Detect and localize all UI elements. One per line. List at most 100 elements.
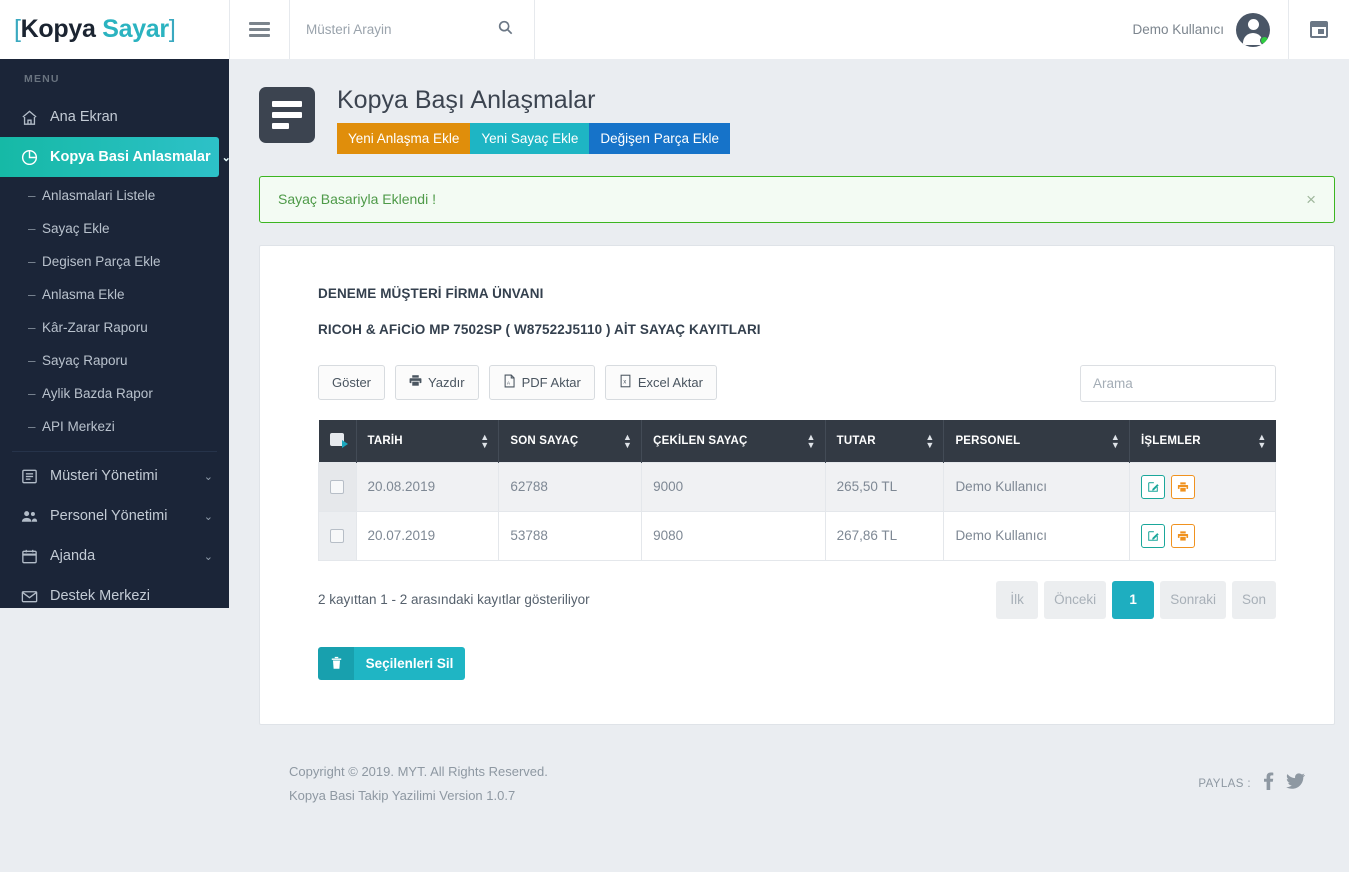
calendar-icon[interactable] <box>1310 21 1328 38</box>
export-buttons: Göster Yazdır A PDF Aktar <box>318 365 717 400</box>
twitter-icon[interactable] <box>1286 773 1305 794</box>
chevron-down-icon: ⌄ <box>204 510 213 523</box>
list-box-icon <box>20 467 39 486</box>
column-label: PERSONEL <box>955 435 1020 447</box>
pagination-first[interactable]: İlk <box>996 581 1038 619</box>
cell-tutar: 265,50 TL <box>825 462 944 511</box>
topbar-spacer <box>535 0 1132 59</box>
sidebar-toggle-button[interactable] <box>229 0 290 59</box>
row-checkbox[interactable] <box>330 529 344 543</box>
column-header-tarih[interactable]: TARİH▲▼ <box>356 420 499 463</box>
sort-arrows-icon[interactable]: ▲▼ <box>1257 433 1266 449</box>
new-changed-part-button[interactable]: Değişen Parça Ekle <box>589 123 730 154</box>
sort-arrows-icon[interactable]: ▲▼ <box>807 433 816 449</box>
sort-arrows-icon[interactable]: ▲▼ <box>925 433 934 449</box>
svg-text:A: A <box>507 380 511 386</box>
sidebar-subitem-sayac-raporu[interactable]: –Sayaç Raporu <box>0 344 229 377</box>
sidebar-subitem-label: Anlasma Ekle <box>42 287 125 302</box>
excel-export-button[interactable]: x Excel Aktar <box>605 365 717 400</box>
sidebar-item-label: Ajanda <box>50 548 193 564</box>
table-head: TARİH▲▼ SON SAYAÇ▲▼ ÇEKİLEN SAYAÇ▲▼ TUTA… <box>319 420 1276 463</box>
sidebar-subitem-anlasmalari-listele[interactable]: –Anlasmalari Listele <box>0 179 229 212</box>
sidebar-item-personel-yonetimi[interactable]: Personel Yönetimi ⌄ <box>0 496 229 536</box>
row-select-cell[interactable] <box>319 511 357 560</box>
facebook-icon[interactable] <box>1263 772 1274 795</box>
edit-icon[interactable] <box>1141 475 1165 499</box>
body-wrapper: MENU Ana Ekran Kopya Basi Anlasmalar ⌄ –… <box>0 59 1349 872</box>
counter-records-panel: DENEME MÜŞTERİ FİRMA ÜNVANI RICOH & AFiC… <box>259 245 1335 725</box>
sidebar-item-kopya-basi-anlasmalar[interactable]: Kopya Basi Anlasmalar ⌄ <box>0 137 219 177</box>
excel-file-icon: x <box>619 374 632 391</box>
column-header-son-sayac[interactable]: SON SAYAÇ▲▼ <box>499 420 642 463</box>
sort-arrows-icon[interactable]: ▲▼ <box>1111 433 1120 449</box>
column-header-tutar[interactable]: TUTAR ▲▼ <box>825 420 944 463</box>
new-counter-button[interactable]: Yeni Sayaç Ekle <box>470 123 589 154</box>
cell-personel: Demo Kullanıcı <box>944 462 1130 511</box>
table-footer: 2 kayıttan 1 - 2 arasındaki kayıtlar gös… <box>318 581 1276 619</box>
row-checkbox[interactable] <box>330 480 344 494</box>
close-icon[interactable]: × <box>1296 191 1316 208</box>
company-title: DENEME MÜŞTERİ FİRMA ÜNVANI <box>318 286 1276 301</box>
sidebar-subitem-sayac-ekle[interactable]: –Sayaç Ekle <box>0 212 229 245</box>
cell-tarih: 20.07.2019 <box>356 511 499 560</box>
brand-name-dark: Kopya <box>21 15 96 43</box>
sidebar-item-ana-ekran[interactable]: Ana Ekran <box>0 97 229 137</box>
sidebar-subitem-kar-zarar-raporu[interactable]: –Kâr-Zarar Raporu <box>0 311 229 344</box>
document-lines-icon <box>259 87 315 143</box>
print-button[interactable]: Yazdır <box>395 365 479 400</box>
sidebar-subitem-anlasma-ekle[interactable]: –Anlasma Ekle <box>0 278 229 311</box>
sidebar-item-label: Ana Ekran <box>50 109 213 125</box>
pagination: İlk Önceki 1 Sonraki Son <box>996 581 1276 619</box>
sidebar-item-ajanda[interactable]: Ajanda ⌄ <box>0 536 229 576</box>
sidebar-subitem-aylik-bazda-rapor[interactable]: –Aylik Bazda Rapor <box>0 377 229 410</box>
column-header-islemler[interactable]: İŞLEMLER▲▼ <box>1129 420 1275 463</box>
pagination-previous[interactable]: Önceki <box>1044 581 1106 619</box>
search-icon[interactable] <box>498 20 513 39</box>
user-menu[interactable]: Demo Kullanıcı <box>1132 0 1288 59</box>
pdf-export-button[interactable]: A PDF Aktar <box>489 365 595 400</box>
row-select-cell[interactable] <box>319 462 357 511</box>
avatar[interactable] <box>1236 13 1270 47</box>
pagination-last[interactable]: Son <box>1232 581 1276 619</box>
new-agreement-button[interactable]: Yeni Anlaşma Ekle <box>337 123 470 154</box>
select-all-icon[interactable] <box>330 433 344 446</box>
print-icon[interactable] <box>1171 475 1195 499</box>
footer-share: PAYLAS : <box>1198 772 1305 795</box>
table-header-row: TARİH▲▼ SON SAYAÇ▲▼ ÇEKİLEN SAYAÇ▲▼ TUTA… <box>319 420 1276 463</box>
footer-text: Copyright © 2019. MYT. All Rights Reserv… <box>289 760 548 807</box>
user-name-label: Demo Kullanıcı <box>1132 22 1224 37</box>
sidebar-divider <box>12 451 217 452</box>
table-search-input[interactable] <box>1080 365 1276 402</box>
footer: Copyright © 2019. MYT. All Rights Reserv… <box>259 725 1335 819</box>
delete-selected-button[interactable]: Seçilenleri Sil <box>318 647 465 680</box>
print-icon[interactable] <box>1171 524 1195 548</box>
page-header-text: Kopya Başı Anlaşmalar Yeni Anlaşma Ekle … <box>337 87 730 154</box>
show-button[interactable]: Göster <box>318 365 385 400</box>
row-actions <box>1141 524 1264 548</box>
pagination-next[interactable]: Sonraki <box>1160 581 1226 619</box>
sidebar-subitem-degisen-parca-ekle[interactable]: –Degisen Parça Ekle <box>0 245 229 278</box>
sort-arrows-icon[interactable]: ▲▼ <box>480 433 489 449</box>
sidebar-subitem-label: Sayaç Raporu <box>42 353 128 368</box>
column-header-cekilen-sayac[interactable]: ÇEKİLEN SAYAÇ▲▼ <box>642 420 825 463</box>
brand-logo[interactable]: [Kopya Sayar] <box>0 0 229 59</box>
cell-islemler <box>1129 462 1275 511</box>
hamburger-icon[interactable] <box>249 22 270 37</box>
sort-arrows-icon[interactable]: ▲▼ <box>623 433 632 449</box>
table-row[interactable]: 20.08.2019 62788 9000 265,50 TL Demo Kul… <box>319 462 1276 511</box>
select-all-cell[interactable] <box>319 420 357 463</box>
calendar-button[interactable] <box>1288 0 1349 59</box>
column-label: TUTAR <box>837 435 876 447</box>
cell-cekilen-sayac: 9000 <box>642 462 825 511</box>
edit-icon[interactable] <box>1141 524 1165 548</box>
pagination-page-1[interactable]: 1 <box>1112 581 1154 619</box>
cell-tarih: 20.08.2019 <box>356 462 499 511</box>
column-header-personel[interactable]: PERSONEL ▲▼ <box>944 420 1130 463</box>
dash-icon: – <box>28 353 42 368</box>
sidebar-item-destek-merkezi[interactable]: Destek Merkezi <box>0 576 229 608</box>
sidebar-subitem-label: Sayaç Ekle <box>42 221 110 236</box>
sidebar-item-musteri-yonetimi[interactable]: Müsteri Yönetimi ⌄ <box>0 456 229 496</box>
sidebar-subitem-api-merkezi[interactable]: –API Merkezi <box>0 410 229 443</box>
customer-search-input[interactable] <box>304 21 494 38</box>
table-row[interactable]: 20.07.2019 53788 9080 267,86 TL Demo Kul… <box>319 511 1276 560</box>
